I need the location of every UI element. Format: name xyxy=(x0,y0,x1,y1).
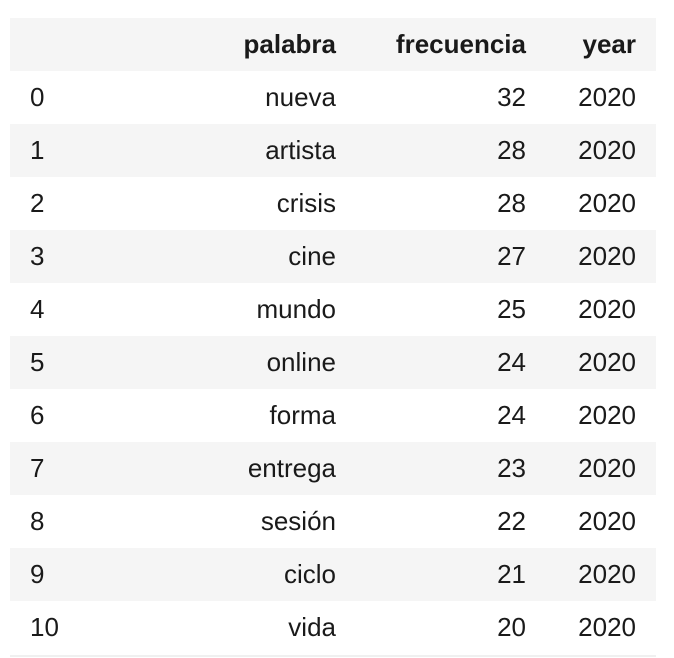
row-index: 8 xyxy=(30,506,45,536)
cell-palabra: ciclo xyxy=(283,559,336,589)
table-row: 0 nueva 32 2020 xyxy=(10,71,656,124)
cell-frecuencia: 23 xyxy=(497,453,526,483)
cell-frecuencia: 22 xyxy=(497,506,526,536)
cell-frecuencia: 27 xyxy=(497,241,526,271)
cell-palabra: artista xyxy=(265,135,336,165)
table-row: 7 entrega 23 2020 xyxy=(10,442,656,495)
row-index: 6 xyxy=(30,400,45,430)
cell-frecuencia: 28 xyxy=(497,188,526,218)
table-row: 8 sesión 22 2020 xyxy=(10,495,656,548)
cell-year: 2020 xyxy=(578,82,636,112)
cell-year: 2020 xyxy=(578,241,636,271)
dataframe-table: palabra frecuencia year 0 nueva 32 20 2 0 … xyxy=(10,18,656,654)
row-index: 10 xyxy=(30,612,59,642)
row-index: 7 xyxy=(30,453,45,483)
row-index: 1 xyxy=(30,135,45,165)
table-row: 4 mundo 25 2020 xyxy=(10,283,656,336)
table-header: palabra frecuencia year xyxy=(10,18,656,71)
table-row: 1 artista 28 2020 xyxy=(10,124,656,177)
cell-palabra: mundo xyxy=(256,294,337,324)
header-row: palabra frecuencia year xyxy=(10,18,656,71)
table-row: 6 forma 24 2020 xyxy=(10,389,656,442)
cell-palabra: forma xyxy=(269,400,336,430)
header-year: year xyxy=(582,29,637,59)
cell-year: 2020 xyxy=(578,506,636,536)
table-row: 9 ciclo 21 2020 xyxy=(10,548,656,601)
row-index: 2 xyxy=(30,188,45,218)
cell-frecuencia: 24 xyxy=(497,400,526,430)
table-row: 2 crisis 28 2020 xyxy=(10,177,656,230)
cell-palabra: entrega xyxy=(247,453,336,483)
header-frecuencia: frecuencia xyxy=(395,29,526,59)
header-index xyxy=(10,18,94,71)
table-row: 10 vida 20 2020 xyxy=(10,601,656,654)
header-palabra: palabra xyxy=(243,29,337,59)
cell-year: 2020 xyxy=(578,188,636,218)
cell-palabra: crisis xyxy=(276,188,336,218)
row-index: 0 xyxy=(30,82,45,112)
cell-year: 2020 xyxy=(578,453,636,483)
row-index: 3 xyxy=(30,241,45,271)
table-row: 5 online 24 2020 xyxy=(10,336,656,389)
cell-year: 2020 xyxy=(578,559,636,589)
cell-frecuencia: 32 xyxy=(497,82,526,112)
row-index: 9 xyxy=(30,559,45,589)
cell-year: 2020 xyxy=(578,294,636,324)
cell-frecuencia: 20 xyxy=(497,612,526,642)
cell-year: 2020 xyxy=(578,612,636,642)
cell-year: 2020 xyxy=(578,347,636,377)
cell-frecuencia: 24 xyxy=(497,347,526,377)
cell-palabra: cine xyxy=(288,241,336,271)
row-index: 5 xyxy=(30,347,45,377)
cell-year: 2020 xyxy=(578,400,636,430)
cell-frecuencia: 21 xyxy=(497,559,526,589)
cell-frecuencia: 28 xyxy=(497,135,526,165)
row-index: 4 xyxy=(30,294,45,324)
table-bottom-divider xyxy=(10,655,656,657)
cell-year: 2020 xyxy=(578,135,636,165)
cell-palabra: sesión xyxy=(260,506,336,536)
cell-palabra: nueva xyxy=(265,82,336,112)
table-body: 0 nueva 32 2020 1 artista 28 2020 2 cris… xyxy=(10,71,656,654)
cell-palabra: online xyxy=(266,347,336,377)
cell-palabra: vida xyxy=(288,612,336,642)
table-row: 3 cine 27 2020 xyxy=(10,230,656,283)
cell-frecuencia: 25 xyxy=(497,294,526,324)
